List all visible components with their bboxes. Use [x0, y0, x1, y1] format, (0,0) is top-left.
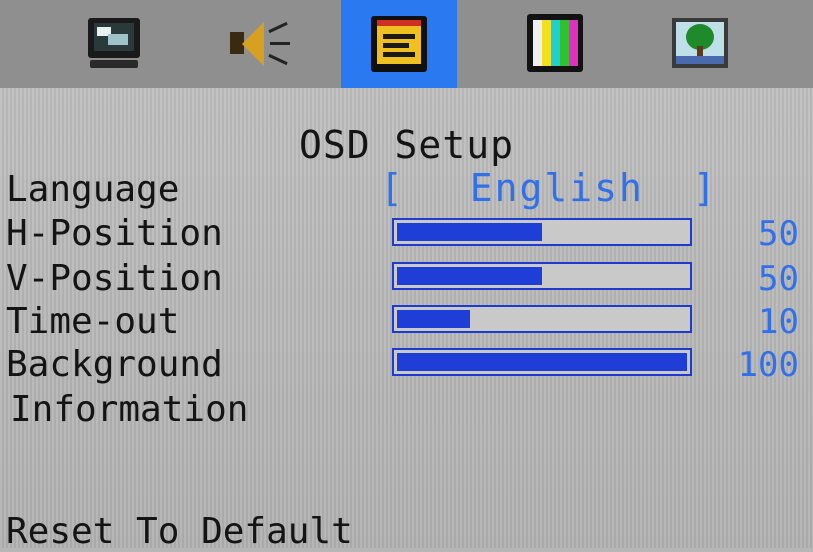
background-slider[interactable]: [392, 348, 692, 376]
bracket-open: [: [380, 166, 405, 210]
color-bars-icon: [523, 12, 587, 76]
v-position-label[interactable]: V-Position: [6, 259, 223, 299]
background-fill: [397, 353, 687, 371]
osd-tab-bar: [0, 0, 813, 88]
language-value: English: [469, 166, 644, 210]
osd-screen: OSD Setup Language [ English ] H-Positio…: [0, 0, 813, 552]
language-selector[interactable]: [ English ]: [380, 168, 718, 208]
bracket-close: ]: [692, 166, 718, 210]
h-position-label[interactable]: H-Position: [6, 214, 223, 254]
information-label[interactable]: Information: [10, 390, 248, 430]
timeout-fill: [397, 310, 470, 328]
h-position-value: 50: [758, 214, 799, 254]
tab-audio[interactable]: [198, 0, 314, 88]
audio-icon: [224, 12, 290, 76]
reset-label[interactable]: Reset To Default: [6, 512, 353, 552]
language-label[interactable]: Language: [6, 170, 179, 210]
timeout-label[interactable]: Time-out: [6, 302, 179, 342]
picture-icon: [668, 12, 732, 76]
tab-display[interactable]: [56, 0, 172, 88]
v-position-slider[interactable]: [392, 262, 692, 290]
h-position-fill: [397, 223, 542, 241]
timeout-slider[interactable]: [392, 305, 692, 333]
osd-setup-icon: [367, 12, 431, 76]
tab-color[interactable]: [497, 0, 613, 88]
h-position-slider[interactable]: [392, 218, 692, 246]
display-icon: [82, 12, 146, 76]
timeout-value: 10: [758, 302, 799, 342]
tab-osd-setup[interactable]: [341, 0, 457, 88]
background-label[interactable]: Background: [6, 345, 223, 385]
v-position-fill: [397, 267, 542, 285]
tab-picture[interactable]: [642, 0, 758, 88]
background-value: 100: [737, 345, 799, 385]
v-position-value: 50: [758, 259, 799, 299]
menu-title: OSD Setup: [299, 123, 514, 167]
